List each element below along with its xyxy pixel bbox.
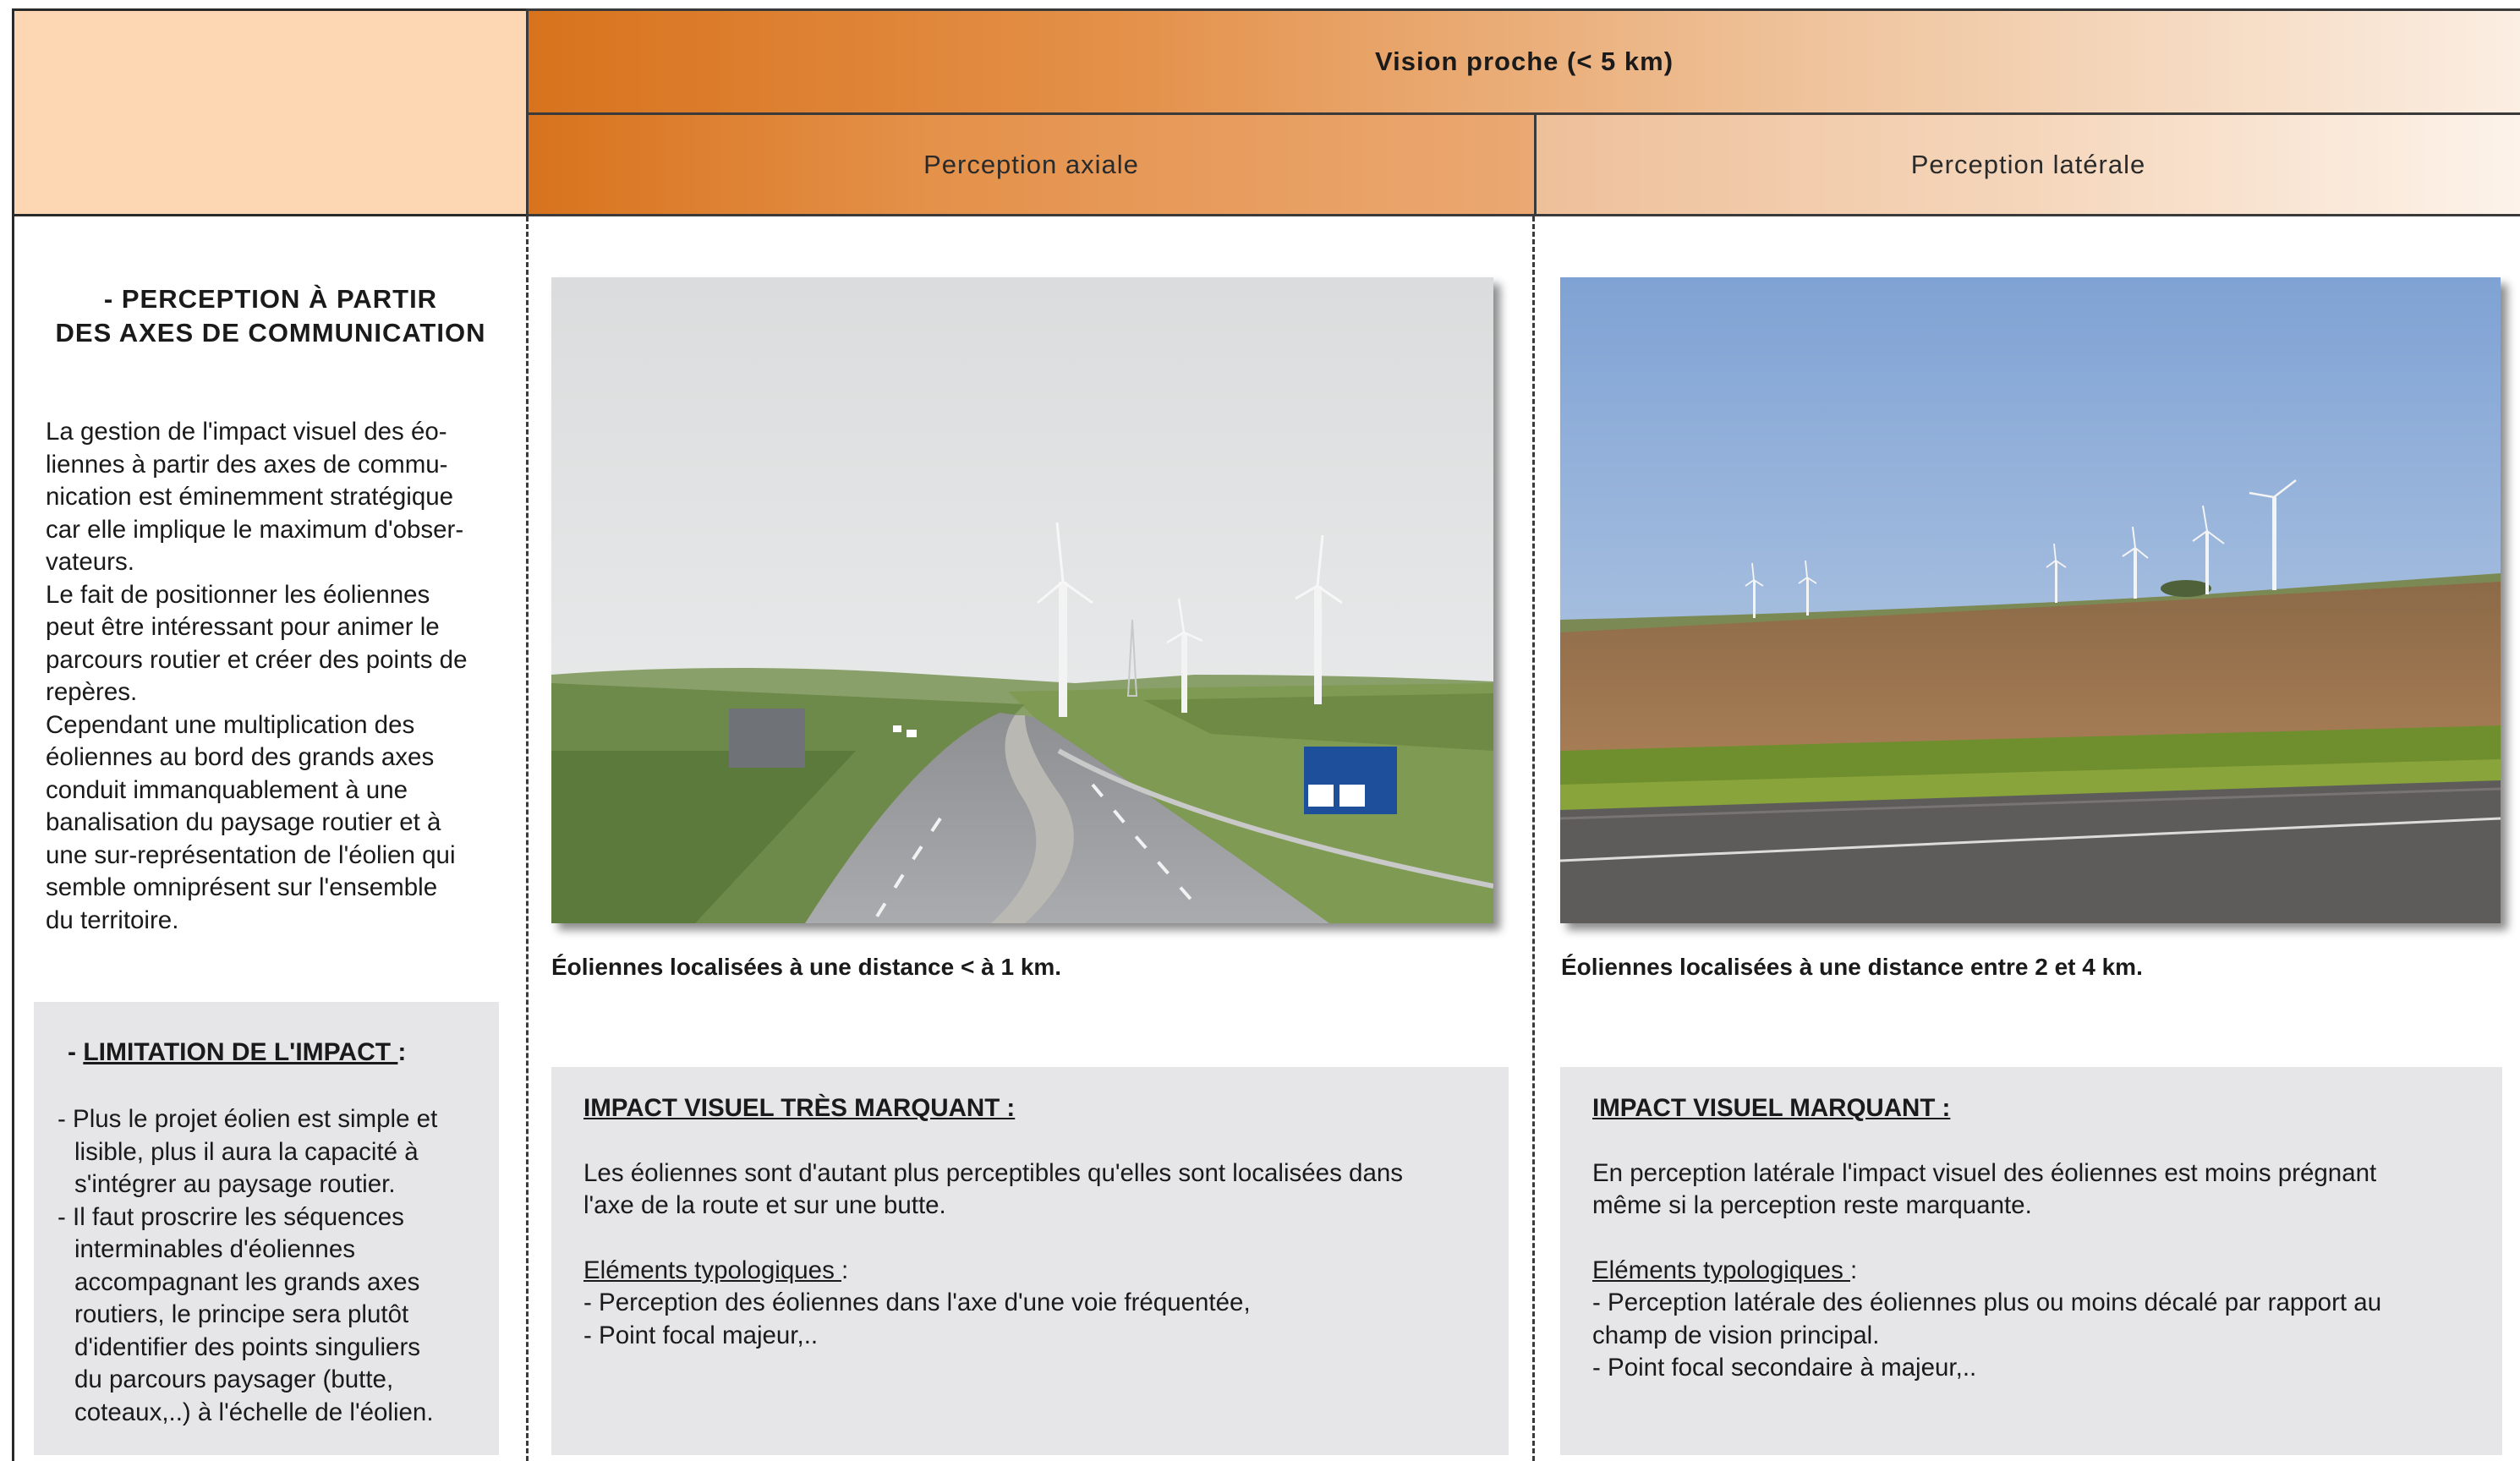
left-border bbox=[12, 216, 14, 1461]
limitation-list: - Plus le projet éolien est simple et li… bbox=[58, 1103, 494, 1429]
element-line: - Perception latérale des éoliennes plus… bbox=[1592, 1289, 2382, 1316]
impact-description-axial: Les éoliennes sont d'autant plus percept… bbox=[583, 1157, 1483, 1223]
elements-typologiques-label: Eléments typologiques : bbox=[583, 1255, 1483, 1288]
element-line: - Point focal secondaire à majeur,.. bbox=[1592, 1354, 1977, 1382]
paragraph-line: vateurs. bbox=[46, 548, 134, 576]
list-line: s'intégrer au paysage routier. bbox=[74, 1170, 396, 1198]
paragraph-line: semble omniprésent sur l'ensemble bbox=[46, 873, 438, 901]
paragraph-line: Cependant une multiplication des bbox=[46, 710, 415, 739]
description-line: l'axe de la route et sur une butte. bbox=[583, 1191, 946, 1219]
paragraph-line: du territoire. bbox=[46, 906, 179, 934]
element-line: - Perception des éoliennes dans l'axe d'… bbox=[583, 1289, 1251, 1316]
elements-typologiques-label: Eléments typologiques : bbox=[1592, 1255, 2477, 1288]
list-line: - Il faut proscrire les séquences bbox=[58, 1202, 404, 1231]
impact-title-axial: IMPACT VISUEL TRÈS MARQUANT : bbox=[583, 1094, 1016, 1122]
caption-axial: Éoliennes localisées à une distance < à … bbox=[551, 954, 1062, 980]
list-line: d'identifier des points singuliers bbox=[74, 1332, 421, 1361]
elements-colon: : bbox=[1850, 1256, 1858, 1284]
limitation-title: - LIMITATION DE L'IMPACT : bbox=[68, 1038, 406, 1067]
paragraph-line: liennes à partir des axes de commu- bbox=[46, 450, 448, 479]
column-divider-2 bbox=[1532, 216, 1535, 1461]
description-line: Les éoliennes sont d'autant plus percept… bbox=[583, 1158, 1404, 1187]
paragraph-line: repères. bbox=[46, 678, 138, 706]
photo-axial-highway bbox=[551, 277, 1493, 923]
perception-laterale-header: Perception latérale bbox=[1534, 115, 2520, 216]
perception-axiale-header: Perception axiale bbox=[526, 115, 1534, 216]
element-line: champ de vision principal. bbox=[1592, 1321, 1880, 1349]
impact-box-axial: IMPACT VISUEL TRÈS MARQUANT : Les éolien… bbox=[551, 1067, 1509, 1455]
paragraph-line: peut être intéressant pour animer le bbox=[46, 613, 440, 641]
impact-description-lateral: En perception latérale l'impact visuel d… bbox=[1592, 1157, 2477, 1223]
paragraph-line: conduit immanquablement à une bbox=[46, 775, 408, 804]
elements-colon: : bbox=[841, 1256, 849, 1284]
description-line: En perception latérale l'impact visuel d… bbox=[1592, 1158, 2377, 1187]
header-corner-cell bbox=[12, 8, 526, 216]
list-line: accompagnant les grands axes bbox=[74, 1267, 420, 1296]
caption-lateral: Éoliennes localisées à une distance entr… bbox=[1561, 954, 2143, 980]
paragraph-line: une sur-représentation de l'éolien qui bbox=[46, 840, 456, 869]
description-line: même si la perception reste marquante. bbox=[1592, 1191, 2032, 1219]
paragraph-line: La gestion de l'impact visuel des éo- bbox=[46, 418, 447, 446]
section-title-line-2: DES AXES DE COMMUNICATION bbox=[55, 318, 486, 347]
paragraph-line: banalisation du paysage routier et à bbox=[46, 808, 441, 836]
limitation-heading: LIMITATION DE L'IMPACT bbox=[83, 1038, 398, 1066]
limitation-suffix: : bbox=[397, 1038, 407, 1066]
paragraph-line: éoliennes au bord des grands axes bbox=[46, 743, 435, 771]
intro-paragraph: La gestion de l'impact visuel des éo- li… bbox=[46, 416, 519, 937]
list-line: coteaux,..) à l'échelle de l'éolien. bbox=[74, 1398, 434, 1426]
elements-label: Eléments typologiques bbox=[583, 1256, 842, 1284]
list-line: routiers, le principe sera plutôt bbox=[74, 1300, 409, 1328]
impact-box-lateral: IMPACT VISUEL MARQUANT : En perception l… bbox=[1560, 1067, 2502, 1455]
paragraph-line: Le fait de positionner les éoliennes bbox=[46, 580, 430, 609]
paragraph-line: nication est éminemment stratégique bbox=[46, 483, 454, 511]
list-line: - Plus le projet éolien est simple et bbox=[58, 1105, 438, 1133]
paragraph-line: parcours routier et créer des points de bbox=[46, 645, 468, 674]
section-title-line-1: - PERCEPTION À PARTIR bbox=[103, 284, 438, 314]
list-line: lisible, plus il aura la capacité à bbox=[74, 1137, 419, 1166]
section-title: - PERCEPTION À PARTIR DES AXES DE COMMUN… bbox=[34, 282, 507, 350]
photo-lateral-field bbox=[1560, 277, 2501, 923]
column-divider-1 bbox=[526, 216, 529, 1461]
limitation-prefix: - bbox=[68, 1038, 84, 1066]
limitation-item-1: - Plus le projet éolien est simple et li… bbox=[58, 1103, 494, 1201]
impact-title-lateral: IMPACT VISUEL MARQUANT : bbox=[1592, 1094, 1951, 1122]
elements-label: Eléments typologiques bbox=[1592, 1256, 1851, 1284]
list-line: du parcours paysager (butte, bbox=[74, 1365, 394, 1393]
paragraph-line: car elle implique le maximum d'obser- bbox=[46, 515, 464, 544]
vision-header: Vision proche (< 5 km) bbox=[526, 8, 2520, 115]
limitation-item-2: - Il faut proscrire les séquences interm… bbox=[58, 1201, 494, 1430]
list-line: interminables d'éoliennes bbox=[74, 1235, 355, 1263]
element-line: - Point focal majeur,.. bbox=[583, 1321, 819, 1349]
